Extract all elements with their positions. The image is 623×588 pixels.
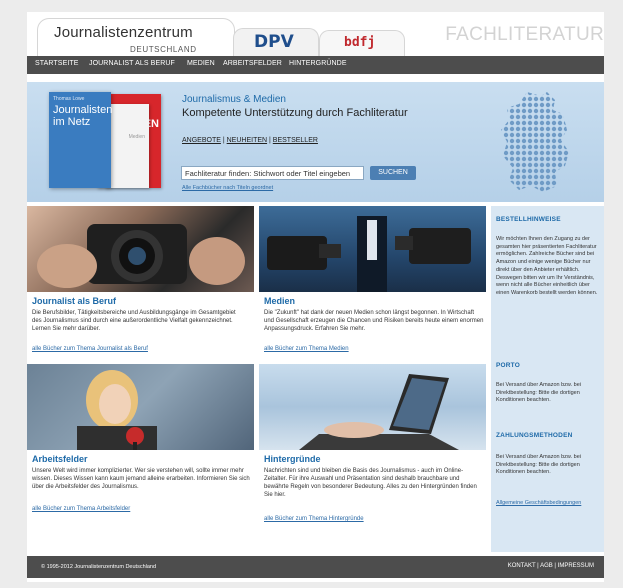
- nav-item-journalist-als-beruf[interactable]: JOURNALIST ALS BERUF: [89, 60, 175, 67]
- panel-title-medien[interactable]: Medien: [264, 296, 295, 306]
- panel-title-hintergruende[interactable]: Hintergründe: [264, 454, 321, 464]
- promo-banner: STEN Medien Thomas Lowe Journalisten im …: [27, 82, 604, 202]
- sidebar-text-porto: Bei Versand über Amazon bzw. bei Direktb…: [496, 382, 581, 404]
- link-bestseller[interactable]: BESTSELLER: [273, 137, 318, 144]
- panel-link-hintergruende[interactable]: alle Bücher zum Thema Hintergründe: [264, 516, 364, 522]
- dpv-tab[interactable]: DPV: [233, 28, 319, 57]
- journalistenzentrum-logo-tab[interactable]: Journalistenzentrum DEUTSCHLAND: [37, 18, 235, 57]
- link-neuheiten[interactable]: NEUHEITEN: [227, 137, 267, 144]
- panel-title-arbeitsfelder[interactable]: Arbeitsfelder: [32, 454, 88, 464]
- search-input[interactable]: [181, 166, 364, 180]
- banner-heading: Journalismus & Medien: [182, 94, 286, 105]
- footer-link-kontakt[interactable]: KONTAKT: [508, 563, 536, 569]
- main-navigation: STARTSEITE JOURNALIST ALS BERUF MEDIEN A…: [27, 56, 604, 74]
- page-container: Journalistenzentrum DEUTSCHLAND DPV bdfj…: [27, 12, 604, 582]
- search-button[interactable]: SUCHEN: [370, 166, 416, 180]
- laptop-illustration: [299, 374, 459, 450]
- book-author: Thomas Lowe: [53, 96, 85, 102]
- photo-reporter-microphone: [27, 364, 254, 450]
- panel-link-medien[interactable]: alle Bücher zum Thema Medien: [264, 346, 349, 352]
- sidebar-heading-porto: PORTO: [496, 362, 520, 369]
- nav-item-startseite[interactable]: STARTSEITE: [35, 60, 79, 67]
- panel-text-arbeitsfelder: Unsere Welt wird immer komplizierter. We…: [32, 468, 250, 490]
- nav-item-arbeitsfelder[interactable]: ARBEITSFELDER: [223, 60, 282, 67]
- sidebar: BESTELLHINWEISE Wir möchten Ihnen den Zu…: [491, 206, 604, 552]
- link-angebote[interactable]: ANGEBOTE: [182, 137, 221, 144]
- book-title: Journalisten im Netz: [53, 104, 113, 128]
- book-cover-journalisten-im-netz: Thomas Lowe Journalisten im Netz: [49, 92, 113, 188]
- footer: © 1995-2012 Journalistenzentrum Deutschl…: [27, 556, 604, 578]
- all-books-link[interactable]: Alle Fachbücher nach Titeln geordnet: [182, 185, 273, 191]
- dpv-logo: DPV: [254, 32, 294, 52]
- bdfj-logo: bdfj: [344, 35, 376, 50]
- panel-link-arbeitsfelder[interactable]: alle Bücher zum Thema Arbeitsfelder: [32, 506, 130, 512]
- nav-item-hintergruende[interactable]: HINTERGRÜNDE: [289, 60, 347, 67]
- germany-map-icon: [501, 92, 569, 192]
- photo-video-cameras: [259, 206, 486, 292]
- footer-link-agb[interactable]: AGB: [540, 563, 553, 569]
- nav-item-medien[interactable]: MEDIEN: [187, 60, 215, 67]
- photo-laptop-typing: [259, 364, 486, 450]
- panel-text-journalist-als-beruf: Die Berufsbilder, Tätigkeitsbereiche und…: [32, 310, 236, 332]
- footer-link-impressum[interactable]: IMPRESSUM: [558, 563, 594, 569]
- sidebar-heading-bestellhinweise: BESTELLHINWEISE: [496, 216, 561, 223]
- panel-text-medien: Die "Zukunft" hat dank der neuen Medien …: [264, 310, 484, 332]
- sidebar-heading-zahlungsmethoden: ZAHLUNGSMETHODEN: [496, 432, 573, 439]
- reporter-illustration: [77, 370, 157, 450]
- banner-subheading: Kompetente Unterstützung durch Fachliter…: [182, 107, 408, 119]
- section-title: FACHLITERATUR: [445, 24, 604, 45]
- agb-link[interactable]: Allgemeine Geschäftsbedingungen: [496, 500, 599, 507]
- panel-title-journalist-als-beruf[interactable]: Journalist als Beruf: [32, 296, 116, 306]
- book-white-text: Medien: [128, 134, 145, 140]
- footer-copyright: © 1995-2012 Journalistenzentrum Deutschl…: [41, 564, 157, 570]
- banner-links: ANGEBOTE | NEUHEITEN | BESTSELLER: [182, 137, 318, 144]
- footer-links: KONTAKT | AGB | IMPRESSUM: [508, 563, 594, 569]
- camera-illustration: [37, 224, 245, 288]
- sidebar-text-zahlungsmethoden: Bei Versand über Amazon bzw. bei Direktb…: [496, 454, 581, 476]
- sidebar-text-bestellhinweise: Wir möchten Ihnen den Zugang zu der gesa…: [496, 236, 598, 296]
- panel-link-journalist-als-beruf[interactable]: alle Bücher zum Thema Journalist als Ber…: [32, 346, 148, 352]
- video-camera-illustration: [267, 216, 471, 292]
- logo-title: Journalistenzentrum: [54, 24, 193, 41]
- logo-subtitle: DEUTSCHLAND: [130, 45, 197, 54]
- photo-camera-photographer: [27, 206, 254, 292]
- panel-text-hintergruende: Nachrichten sind und bleiben die Basis d…: [264, 468, 477, 498]
- bdfj-tab[interactable]: bdfj: [319, 30, 405, 57]
